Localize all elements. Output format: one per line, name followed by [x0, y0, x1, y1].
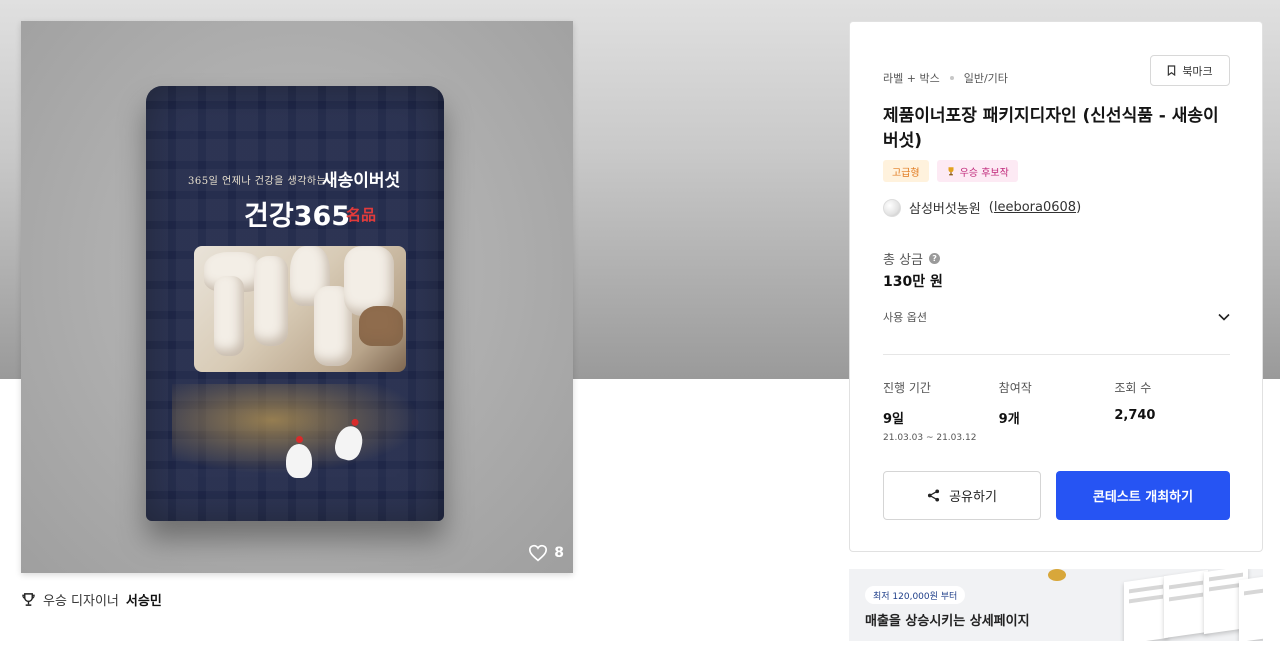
stat-label: 진행 기간 — [883, 381, 931, 395]
mushroom-window — [194, 246, 406, 372]
stat-label: 참여작 — [998, 381, 1032, 395]
trophy-icon — [22, 593, 35, 606]
stat-date-range: 21.03.03 ~ 21.03.12 — [883, 433, 977, 443]
client-name: 삼성버섯농원 — [909, 202, 981, 217]
ad-headline: 매출을 상승시키는 상세페이지 — [865, 614, 1030, 629]
winner-designer: 우승 디자이너 서승민 — [21, 590, 162, 609]
chevron-down-icon — [1218, 313, 1230, 321]
like-count: 8 — [554, 545, 564, 561]
package-pouch: 365일 언제나 건강을 생각하는 새송이버섯 건강365 名品 — [146, 86, 444, 521]
share-icon — [928, 489, 940, 502]
bookmark-button[interactable]: 북마크 — [1150, 55, 1230, 86]
pouch-subline: 365일 언제나 건강을 생각하는 — [188, 176, 327, 187]
heart-icon — [529, 544, 548, 562]
prize-value: 130만 원 — [883, 274, 943, 290]
bookmark-icon — [1168, 65, 1176, 76]
stat-value: 2,740 — [1114, 408, 1156, 423]
bookmark-label: 북마크 — [1182, 64, 1213, 78]
pouch-title: 건강365 — [244, 201, 351, 232]
pouch-seal: 名品 — [346, 206, 377, 224]
like-counter[interactable]: 8 — [528, 544, 564, 562]
contest-info-card: 라벨 + 박스 일반/기타 북마크 제품이너포장 패키지디자인 (신선식품 - … — [849, 21, 1263, 552]
share-label: 공유하기 — [949, 490, 997, 505]
contest-stats: 진행 기간 9일 21.03.03 ~ 21.03.12 참여작 9개 조회 수… — [883, 379, 1230, 443]
trophy-icon — [948, 167, 954, 176]
ad-illustration — [1048, 569, 1263, 641]
award-badge: 우승 후보작 — [936, 160, 1018, 182]
contest-title: 제품이너포장 패키지디자인 (신선식품 - 새송이버섯) — [883, 106, 1219, 151]
separator-dot — [949, 76, 954, 80]
stat-duration: 진행 기간 9일 21.03.03 ~ 21.03.12 — [883, 379, 999, 443]
designer-label: 우승 디자이너 — [43, 594, 119, 609]
crane-illustration — [286, 436, 312, 478]
designer-name[interactable]: 서승민 — [126, 590, 162, 609]
stat-value: 9일 — [883, 412, 905, 427]
prize-label: 총 상금 ? — [883, 249, 941, 268]
ad-price-pill: 최저 120,000원 부터 — [865, 586, 966, 604]
breadcrumb: 라벨 + 박스 일반/기타 — [883, 70, 1008, 86]
badge-group: 고급형 우승 후보작 — [883, 160, 1018, 182]
options-label: 사용 옵션 — [883, 311, 927, 324]
premium-badge: 고급형 — [883, 160, 929, 182]
host-contest-button[interactable]: 콘테스트 개최하기 — [1056, 471, 1230, 520]
subcategory-label[interactable]: 일반/기타 — [964, 70, 1008, 86]
pouch-brand: 새송이버섯 — [322, 171, 401, 191]
stat-entries: 참여작 9개 — [999, 379, 1115, 443]
avatar — [883, 198, 901, 217]
ad-banner[interactable]: 최저 120,000원 부터 매출을 상승시키는 상세페이지 — [849, 569, 1263, 641]
stat-label: 조회 수 — [1114, 381, 1152, 395]
stat-value: 9개 — [998, 412, 1020, 427]
share-button[interactable]: 공유하기 — [883, 471, 1041, 520]
divider — [883, 354, 1230, 355]
options-dropdown[interactable]: 사용 옵션 — [883, 306, 1230, 328]
client-id[interactable]: (leebora0608) — [989, 200, 1081, 215]
stat-views: 조회 수 2,740 — [1114, 379, 1230, 443]
product-image[interactable]: 365일 언제나 건강을 생각하는 새송이버섯 건강365 名品 8 — [21, 21, 573, 573]
help-icon[interactable]: ? — [929, 253, 941, 264]
category-label[interactable]: 라벨 + 박스 — [883, 70, 940, 86]
client-info: 삼성버섯농원 (leebora0608) — [883, 198, 1081, 217]
